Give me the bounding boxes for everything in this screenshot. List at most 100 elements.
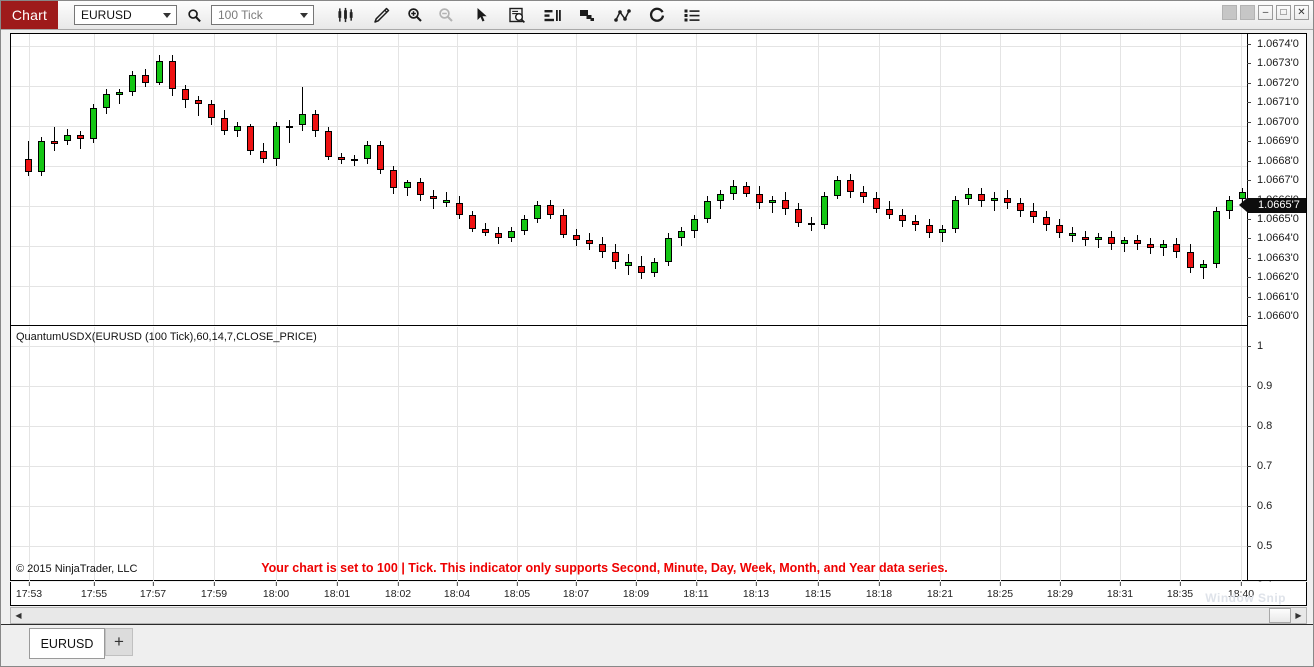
candle-body (233, 125, 241, 132)
interval-select-value: 100 Tick (218, 8, 263, 22)
indicator-panel[interactable]: QuantumUSDX(EURUSD (100 Tick),60,14,7,CL… (11, 327, 1248, 581)
candle-body (1029, 211, 1037, 217)
grid-line-horizontal (11, 386, 1248, 387)
scroll-left-icon[interactable]: ◀ (11, 608, 26, 623)
candle-body (1121, 240, 1129, 245)
candlestick (1016, 34, 1026, 325)
candlestick (51, 34, 60, 325)
candlestick (168, 34, 178, 325)
scroll-right-icon[interactable]: ▶ (1291, 608, 1306, 623)
zoom-in-icon[interactable] (404, 4, 426, 26)
candlestick (77, 34, 86, 325)
close-button[interactable]: ✕ (1294, 5, 1309, 20)
data-box-icon[interactable] (506, 4, 528, 26)
candlestick (1173, 34, 1182, 325)
zoom-out-icon[interactable] (435, 4, 457, 26)
candle-body (142, 74, 150, 83)
minimize-button[interactable]: – (1258, 5, 1273, 20)
plot-line-icon[interactable] (611, 4, 633, 26)
candle-body (207, 104, 215, 118)
candle-body (651, 261, 659, 274)
grid-line-vertical (818, 327, 819, 581)
time-axis-tick: 18:02 (384, 582, 412, 600)
candle-body (429, 195, 437, 200)
chevron-down-icon (300, 13, 308, 18)
candle-body (1186, 252, 1194, 268)
grid-line-vertical (1000, 327, 1001, 581)
maximize-button[interactable]: □ (1276, 5, 1291, 20)
candle-body (560, 215, 568, 235)
candle-body (808, 222, 815, 226)
grid-line-vertical (29, 327, 30, 581)
draw-pencil-icon[interactable] (370, 4, 392, 26)
time-axis-tick: 18:09 (622, 582, 650, 600)
restore-group-1-button[interactable] (1222, 5, 1237, 20)
candlestick (273, 34, 282, 325)
indicator-axis-tick: 0.5 (1247, 539, 1306, 553)
grid-line-vertical (517, 34, 518, 325)
add-tab-button[interactable]: + (105, 628, 133, 656)
time-axis-tick: 18:18 (865, 582, 893, 600)
candlestick (664, 34, 674, 325)
candlestick (25, 34, 34, 325)
time-axis-tick: 17:55 (80, 582, 108, 600)
price-panel[interactable] (11, 34, 1248, 326)
candlestick (155, 34, 165, 325)
grid-line-horizontal (11, 346, 1248, 347)
grid-line-vertical (398, 327, 399, 581)
candlestick (1134, 34, 1143, 325)
candle-wick (119, 88, 121, 105)
candle-body (1199, 263, 1207, 268)
indicator-axis-tick: 0.7 (1247, 459, 1306, 473)
candle-body (416, 181, 424, 196)
candle-body (1016, 203, 1024, 212)
grid-line-vertical (756, 327, 757, 581)
candlestick (64, 34, 73, 325)
time-axis-tick: 17:57 (139, 582, 167, 600)
interval-select[interactable]: 100 Tick (211, 5, 314, 25)
candle-body (821, 195, 829, 225)
candle-body (977, 193, 985, 202)
chevron-down-icon (163, 13, 171, 18)
candlestick (847, 34, 856, 325)
horizontal-scrollbar[interactable]: ◀ ▶ (10, 607, 1307, 624)
candlestick (377, 34, 386, 325)
scrollbar-thumb[interactable] (1269, 608, 1291, 623)
search-icon[interactable] (183, 4, 205, 26)
price-axis-tick: 1.0669'0 (1247, 134, 1306, 148)
time-axis[interactable]: 17:53 17:55 17:57 17:59 18:00 18:01 18:02 18:04… (10, 582, 1307, 606)
tab-eurusd[interactable]: EURUSD (29, 628, 105, 659)
candlestick (977, 34, 987, 325)
candle-body (1095, 236, 1103, 241)
candle-body (638, 265, 646, 274)
candlestick (586, 34, 595, 325)
candle-body (364, 145, 372, 159)
restore-group-2-button[interactable] (1240, 5, 1255, 20)
cursor-pointer-icon[interactable] (471, 4, 493, 26)
strategies-icon[interactable] (576, 4, 598, 26)
indicators-icon[interactable] (541, 4, 563, 26)
properties-list-icon[interactable] (681, 4, 703, 26)
candlestick (768, 34, 778, 325)
candlestick (912, 34, 921, 325)
symbol-select[interactable]: EURUSD (74, 5, 177, 25)
price-axis-tick: 1.0671'0 (1247, 95, 1306, 109)
grid-line-vertical (636, 327, 637, 581)
time-axis-tick: 17:53 (15, 582, 43, 600)
grid-line-horizontal (11, 506, 1248, 507)
price-axis-tick: 1.0674'0 (1247, 37, 1306, 51)
candlestick (612, 34, 621, 325)
reload-icon[interactable] (646, 4, 668, 26)
candlestick (1082, 34, 1091, 325)
price-axis[interactable]: 1.0674'0 1.0673'0 1.0672'0 1.0671'0 1.0670'0… (1239, 34, 1306, 666)
grid-line-vertical (1120, 327, 1121, 581)
candle-body (990, 197, 998, 202)
chart-frame: QuantumUSDX(EURUSD (100 Tick),60,14,7,CL… (10, 33, 1307, 666)
candlestick (286, 34, 295, 325)
candle-body (90, 108, 98, 140)
bar-type-icon[interactable] (334, 4, 356, 26)
candlestick (625, 34, 634, 325)
candle-body (259, 150, 267, 159)
candlestick (1199, 34, 1209, 325)
scrollbar-track[interactable] (26, 608, 1291, 623)
